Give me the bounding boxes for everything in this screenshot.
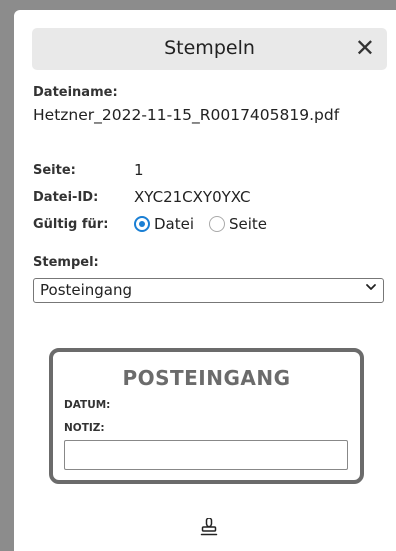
page-label: Seite: <box>33 163 76 178</box>
page-value: 1 <box>134 161 144 179</box>
stamp-preview: POSTEINGANG DATUM: NOTIZ: <box>49 348 364 484</box>
radio-seite-indicator[interactable] <box>209 216 225 232</box>
file-id-label: Datei-ID: <box>33 190 99 205</box>
radio-datei-indicator[interactable] <box>134 216 150 232</box>
notiz-input[interactable] <box>64 440 348 470</box>
stamp-icon[interactable] <box>200 517 218 538</box>
filename-value: Hetzner_2022-11-15_R0017405819.pdf <box>33 106 340 124</box>
valid-for-row: Gültig für: Datei Seite <box>33 215 373 235</box>
radio-seite[interactable]: Seite <box>209 215 267 233</box>
stamp-title: POSTEINGANG <box>122 366 291 390</box>
filename-label: Dateiname: <box>33 85 118 100</box>
radio-seite-label: Seite <box>229 215 268 233</box>
radio-datei[interactable]: Datei <box>134 215 194 233</box>
stamp-select[interactable]: Posteingang <box>33 278 384 303</box>
stamp-select-label: Stempel: <box>33 255 99 270</box>
stamp-panel: Stempeln ✕ Dateiname: Hetzner_2022-11-15… <box>14 10 396 551</box>
close-button[interactable]: ✕ <box>355 34 375 62</box>
file-id-row: Datei-ID: XYC21CXY0YXC <box>33 188 373 208</box>
stamp-select-value: Posteingang <box>40 281 133 299</box>
file-id-value: XYC21CXY0YXC <box>134 188 251 206</box>
valid-for-label: Gültig für: <box>33 217 109 232</box>
stamp-datum-label: DATUM: <box>64 399 111 411</box>
chevron-down-icon <box>365 280 377 298</box>
radio-datei-label: Datei <box>154 215 195 233</box>
panel-title: Stempeln <box>164 37 255 59</box>
page-row: Seite: 1 <box>33 161 373 181</box>
stamp-notiz-label: NOTIZ: <box>64 422 105 434</box>
panel-header: Stempeln ✕ <box>32 28 387 70</box>
